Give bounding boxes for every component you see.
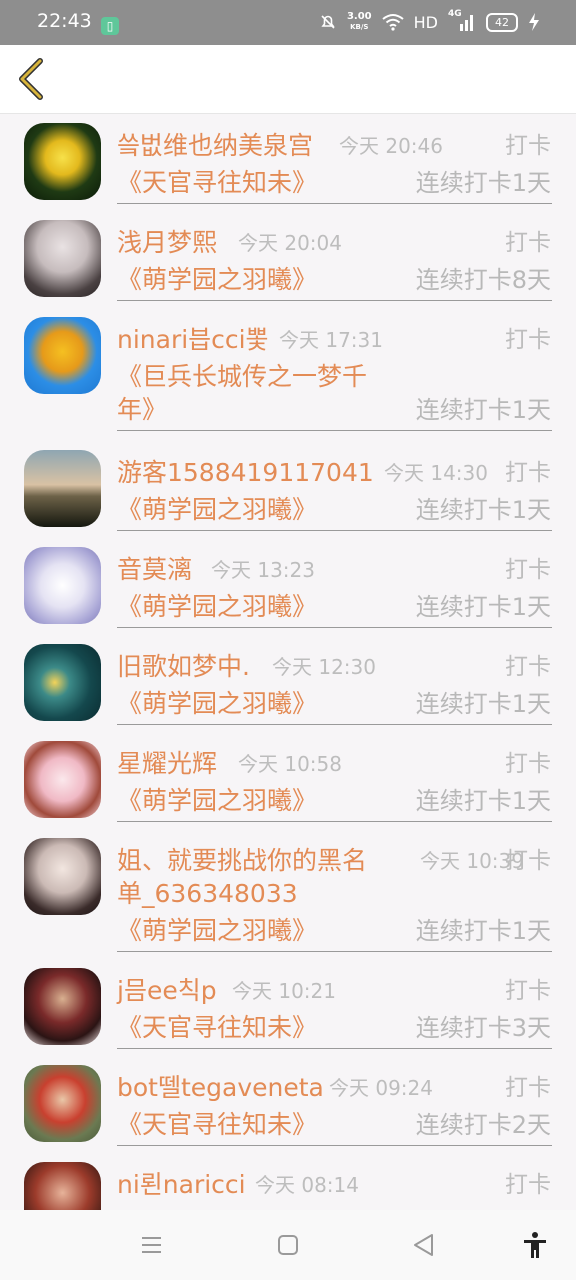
checkin-time: 今天 10:21 <box>232 979 336 1003</box>
book-title[interactable]: 《萌学园之羽曦》 <box>117 785 317 817</box>
streak-text: 连续打卡2天 <box>415 1111 551 1139</box>
nav-back-button[interactable] <box>409 1230 439 1260</box>
accessibility-button[interactable] <box>520 1230 550 1260</box>
streak-text: 连续打卡3天 <box>415 1014 551 1042</box>
avatar[interactable] <box>24 220 101 297</box>
checkin-tag: 打卡 <box>505 751 551 777</box>
checkin-time: 今天 13:23 <box>211 558 315 582</box>
book-title[interactable]: 《萌学园之羽曦》 <box>117 264 317 296</box>
avatar[interactable] <box>24 123 101 200</box>
checkin-time: 今天 09:24 <box>329 1076 433 1100</box>
avatar[interactable] <box>24 450 101 527</box>
book-title[interactable]: 《萌学园之羽曦》 <box>117 915 317 947</box>
checkin-tag: 打卡 <box>505 133 551 159</box>
checkin-tag: 打卡 <box>505 327 551 353</box>
checkin-tag: 打卡 <box>505 557 551 583</box>
user-name[interactable]: 旧歌如梦中. <box>117 651 250 683</box>
home-button[interactable] <box>273 1230 303 1260</box>
hd-label: HD <box>413 12 438 32</box>
checkin-time: 今天 20:04 <box>238 231 342 255</box>
app-bar <box>0 45 576 114</box>
streak-text: 连续打卡1天 <box>415 917 551 945</box>
checkin-tag: 打卡 <box>505 1075 551 1101</box>
divider <box>117 821 552 822</box>
chevron-left-icon <box>19 58 43 100</box>
streak-text: 连续打卡1天 <box>415 593 551 621</box>
accessibility-icon <box>524 1232 546 1258</box>
avatar[interactable] <box>24 968 101 1045</box>
streak-text: 连续打卡1天 <box>415 787 551 815</box>
checkin-tag: 打卡 <box>505 978 551 1004</box>
user-name-continued[interactable]: 单_636348033 <box>117 878 298 910</box>
status-bar: 22:43 ▯ 3.00 KB/S HD 4G 42 <box>0 0 576 45</box>
avatar[interactable] <box>24 1065 101 1142</box>
checkin-tag: 打卡 <box>505 1172 551 1198</box>
battery-indicator: 42 <box>486 12 518 32</box>
streak-text: 连续打卡1天 <box>415 690 551 718</box>
user-name[interactable]: 씈벖维也纳美泉宫 <box>117 130 313 162</box>
book-title[interactable]: 《天官寻往知未》 <box>117 167 317 199</box>
avatar[interactable] <box>24 741 101 818</box>
user-name[interactable]: ni뢴naricci <box>117 1169 246 1201</box>
checkin-tag: 打卡 <box>505 848 551 874</box>
book-title[interactable]: 《天官寻往知未》 <box>117 1012 317 1044</box>
checkin-time: 今天 20:46 <box>339 134 443 158</box>
avatar[interactable] <box>24 838 101 915</box>
checkin-time: 今天 08:14 <box>255 1173 359 1197</box>
streak-text: 连续打卡1天 <box>415 496 551 524</box>
avatar[interactable] <box>24 1162 101 1210</box>
divider <box>117 530 552 531</box>
system-nav-bar <box>0 1210 576 1280</box>
book-title[interactable]: 《萌学园之羽曦》 <box>117 688 317 720</box>
divider <box>117 1145 552 1146</box>
charging-icon <box>529 13 539 31</box>
avatar[interactable] <box>24 644 101 721</box>
back-button[interactable] <box>10 55 54 103</box>
wifi-icon <box>382 14 404 31</box>
user-name[interactable]: j믐ee칙p <box>117 975 217 1007</box>
avatar[interactable] <box>24 547 101 624</box>
divider <box>117 300 552 301</box>
book-title[interactable]: 《巨兵长城传之一梦千 <box>117 361 367 393</box>
divider <box>117 951 552 952</box>
menu-icon <box>142 1237 161 1253</box>
user-name[interactable]: 游客1588419117041 <box>117 457 374 489</box>
streak-text: 连续打卡1天 <box>415 396 551 424</box>
user-name[interactable]: 浅月梦熙 <box>117 227 217 259</box>
user-name[interactable]: 音莫漓 <box>117 554 192 586</box>
book-title[interactable]: 《萌学园之羽曦》 <box>117 494 317 526</box>
status-indicators: 3.00 KB/S HD 4G 42 <box>319 9 540 33</box>
checkin-tag: 打卡 <box>505 230 551 256</box>
mute-bell-icon <box>321 15 335 29</box>
divider <box>117 627 552 628</box>
checkin-tag: 打卡 <box>505 460 551 486</box>
user-name[interactable]: bot뗄tegaveneta <box>117 1072 324 1104</box>
book-title-continued[interactable]: 年》 <box>117 394 167 426</box>
triangle-back-icon <box>414 1234 433 1256</box>
user-name[interactable]: 星耀光辉 <box>117 748 217 780</box>
divider <box>117 203 552 204</box>
book-title[interactable]: 《萌学园之羽曦》 <box>117 591 317 623</box>
divider <box>117 430 552 431</box>
divider <box>117 724 552 725</box>
home-icon <box>278 1235 298 1255</box>
checkin-time: 今天 14:30 <box>384 461 488 485</box>
checkin-list[interactable]: 씈벖维也纳美泉宫 今天 20:46 打卡 《天官寻往知未》 连续打卡1天 浅月梦… <box>0 114 576 1210</box>
checkin-tag: 打卡 <box>505 654 551 680</box>
checkin-time: 今天 10:58 <box>238 752 342 776</box>
streak-text: 连续打卡1天 <box>415 169 551 197</box>
user-name[interactable]: ninari븝cci뽗 <box>117 324 269 356</box>
menu-button[interactable] <box>137 1230 167 1260</box>
network-speed: 3.00 KB/S <box>346 11 372 32</box>
avatar[interactable] <box>24 317 101 394</box>
checkin-time: 今天 12:30 <box>272 655 376 679</box>
status-time: 22:43 <box>37 10 92 32</box>
book-title[interactable]: 《天官寻往知未》 <box>117 1109 317 1141</box>
user-name[interactable]: 姐、就要挑战你的黑名 <box>117 845 367 877</box>
checkin-time: 今天 17:31 <box>279 328 383 352</box>
divider <box>117 1048 552 1049</box>
streak-text: 连续打卡8天 <box>415 266 551 294</box>
signal-icon: 4G <box>448 9 476 32</box>
app-notification-icon: ▯ <box>101 17 119 35</box>
